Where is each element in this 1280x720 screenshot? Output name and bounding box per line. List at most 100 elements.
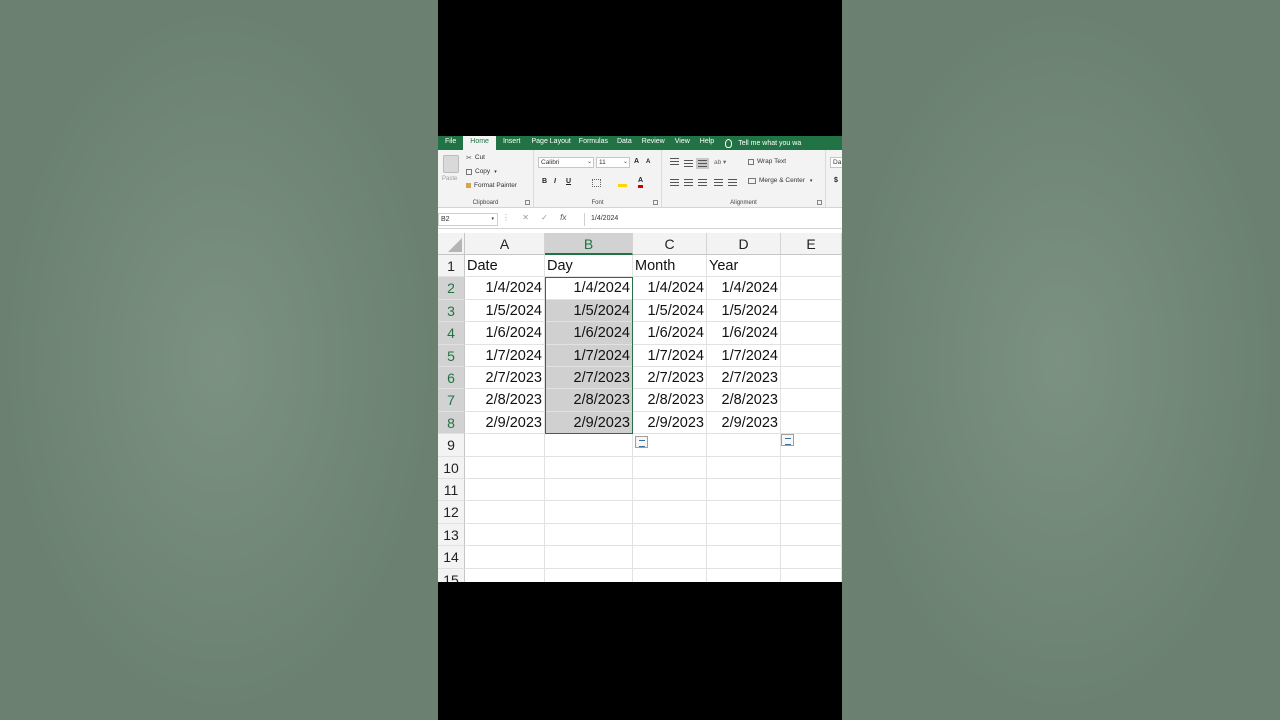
cell-e6[interactable] bbox=[781, 367, 842, 390]
tab-page-layout[interactable]: Page Layout bbox=[527, 136, 574, 150]
cell-e14[interactable] bbox=[781, 546, 842, 569]
cell-c12[interactable] bbox=[633, 501, 707, 524]
paste-icon[interactable] bbox=[443, 155, 459, 173]
number-format-dropdown[interactable]: Da bbox=[830, 157, 842, 168]
cell-d6[interactable]: 2/7/2023 bbox=[707, 367, 781, 390]
cell-a7[interactable]: 2/8/2023 bbox=[465, 389, 545, 412]
format-painter-button[interactable]: Format Painter bbox=[466, 182, 517, 189]
cell-d2[interactable]: 1/4/2024 bbox=[707, 277, 781, 300]
cell-c11[interactable] bbox=[633, 479, 707, 502]
row-header-13[interactable]: 13 bbox=[438, 523, 465, 547]
align-right-icon[interactable] bbox=[698, 179, 707, 186]
cell-b9[interactable] bbox=[545, 434, 633, 457]
font-size-dropdown[interactable]: 11 ⌄ bbox=[596, 157, 630, 168]
cell-c8[interactable]: 2/9/2023 bbox=[633, 411, 707, 435]
cell-b15[interactable] bbox=[545, 568, 633, 582]
flash-fill-options-icon[interactable] bbox=[781, 434, 794, 446]
row-header-12[interactable]: 12 bbox=[438, 501, 465, 524]
row-header-3[interactable]: 3 bbox=[438, 299, 465, 323]
cell-c3[interactable]: 1/5/2024 bbox=[633, 299, 707, 323]
cell-c7[interactable]: 2/8/2023 bbox=[633, 389, 707, 412]
quick-analysis-icon[interactable] bbox=[635, 436, 648, 448]
font-color-button[interactable]: A bbox=[638, 177, 644, 188]
cell-b12[interactable] bbox=[545, 501, 633, 524]
tab-insert[interactable]: Insert bbox=[496, 136, 528, 150]
cell-b7[interactable]: 2/8/2023 bbox=[545, 389, 633, 412]
column-header-d[interactable]: D bbox=[707, 233, 781, 255]
column-header-c[interactable]: C bbox=[633, 233, 707, 255]
align-center-icon[interactable] bbox=[684, 179, 693, 186]
merge-center-button[interactable]: Merge & Center ▾ bbox=[748, 177, 812, 184]
row-header-6[interactable]: 6 bbox=[438, 367, 465, 390]
cell-e8[interactable] bbox=[781, 411, 842, 435]
column-header-e[interactable]: E bbox=[781, 233, 842, 255]
cell-a4[interactable]: 1/6/2024 bbox=[465, 322, 545, 345]
orientation-icon[interactable]: ab ▾ bbox=[714, 158, 726, 166]
cell-a8[interactable]: 2/9/2023 bbox=[465, 411, 545, 435]
cell-b3[interactable]: 1/5/2024 bbox=[545, 299, 633, 323]
cell-a2[interactable]: 1/4/2024 bbox=[465, 277, 545, 300]
cell-c5[interactable]: 1/7/2024 bbox=[633, 344, 707, 367]
cell-b8[interactable]: 2/9/2023 bbox=[545, 411, 633, 435]
tab-help[interactable]: Help bbox=[695, 136, 719, 150]
italic-button[interactable]: I bbox=[554, 178, 556, 185]
cut-button[interactable]: ✂ Cut bbox=[466, 154, 485, 162]
cell-d12[interactable] bbox=[707, 501, 781, 524]
tell-me-search[interactable]: Tell me what you wa bbox=[719, 136, 801, 150]
row-header-15[interactable]: 15 bbox=[438, 568, 465, 582]
insert-function-icon[interactable]: fx bbox=[560, 213, 566, 222]
cell-e1[interactable] bbox=[781, 255, 842, 278]
font-name-dropdown[interactable]: Calibri ⌄ bbox=[538, 157, 594, 168]
cell-b6[interactable]: 2/7/2023 bbox=[545, 367, 633, 390]
cell-d8[interactable]: 2/9/2023 bbox=[707, 411, 781, 435]
cell-b2[interactable]: 1/4/2024 bbox=[545, 277, 633, 300]
cell-c13[interactable] bbox=[633, 523, 707, 547]
select-all-button[interactable] bbox=[438, 233, 465, 255]
row-header-10[interactable]: 10 bbox=[438, 456, 465, 479]
cell-a11[interactable] bbox=[465, 479, 545, 502]
column-header-b[interactable]: B bbox=[545, 233, 633, 255]
decrease-indent-icon[interactable] bbox=[714, 179, 723, 186]
cell-c1[interactable]: Month bbox=[633, 255, 707, 278]
cell-d1[interactable]: Year bbox=[707, 255, 781, 278]
cell-c6[interactable]: 2/7/2023 bbox=[633, 367, 707, 390]
cell-c4[interactable]: 1/6/2024 bbox=[633, 322, 707, 345]
row-header-8[interactable]: 8 bbox=[438, 411, 465, 435]
cell-d3[interactable]: 1/5/2024 bbox=[707, 299, 781, 323]
cell-a6[interactable]: 2/7/2023 bbox=[465, 367, 545, 390]
tab-data[interactable]: Data bbox=[612, 136, 637, 150]
cell-a1[interactable]: Date bbox=[465, 255, 545, 278]
align-left-icon[interactable] bbox=[670, 179, 679, 186]
cell-c15[interactable] bbox=[633, 568, 707, 582]
enter-icon[interactable]: ✓ bbox=[541, 213, 548, 222]
align-top-icon[interactable] bbox=[670, 158, 679, 165]
underline-button[interactable]: U bbox=[566, 178, 571, 185]
cell-b13[interactable] bbox=[545, 523, 633, 547]
wrap-text-button[interactable]: Wrap Text bbox=[748, 158, 786, 165]
borders-icon[interactable] bbox=[592, 179, 601, 187]
currency-button[interactable]: $ bbox=[834, 177, 838, 184]
shrink-font-button[interactable]: A bbox=[646, 159, 650, 165]
cell-e15[interactable] bbox=[781, 568, 842, 582]
cell-a12[interactable] bbox=[465, 501, 545, 524]
column-header-a[interactable]: A bbox=[465, 233, 545, 255]
paste-button[interactable]: Paste bbox=[442, 176, 457, 182]
cell-a9[interactable] bbox=[465, 434, 545, 457]
row-header-7[interactable]: 7 bbox=[438, 389, 465, 412]
cell-a3[interactable]: 1/5/2024 bbox=[465, 299, 545, 323]
cell-d14[interactable] bbox=[707, 546, 781, 569]
font-launcher-icon[interactable] bbox=[653, 200, 658, 205]
row-header-2[interactable]: 2 bbox=[438, 277, 465, 300]
increase-indent-icon[interactable] bbox=[728, 179, 737, 186]
cell-d5[interactable]: 1/7/2024 bbox=[707, 344, 781, 367]
row-header-4[interactable]: 4 bbox=[438, 322, 465, 345]
tab-view[interactable]: View bbox=[670, 136, 695, 150]
align-middle-icon[interactable] bbox=[684, 160, 693, 167]
cell-e13[interactable] bbox=[781, 523, 842, 547]
cell-b10[interactable] bbox=[545, 456, 633, 479]
cell-e3[interactable] bbox=[781, 299, 842, 323]
tab-formulas[interactable]: Formulas bbox=[575, 136, 612, 150]
copy-button[interactable]: Copy ▾ bbox=[466, 168, 497, 175]
row-header-11[interactable]: 11 bbox=[438, 479, 465, 502]
cell-d10[interactable] bbox=[707, 456, 781, 479]
